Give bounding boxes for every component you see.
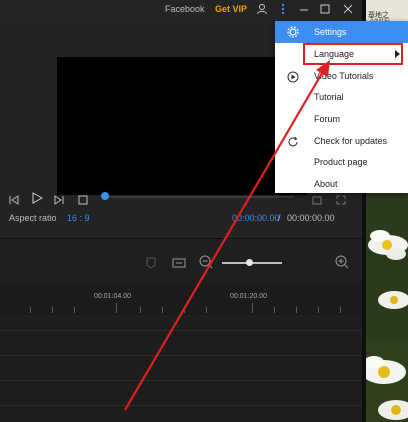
playback-progress-track[interactable] (104, 196, 294, 198)
timeline-track-line (0, 405, 362, 406)
ruler-tick (296, 307, 297, 313)
total-time: 00:00:00.00 (287, 213, 335, 223)
title-bar: Facebook Get VIP (0, 0, 362, 20)
user-icon[interactable] (256, 3, 268, 15)
ruler-tick (340, 307, 341, 313)
close-icon[interactable] (342, 3, 354, 15)
facebook-link[interactable]: Facebook (165, 4, 205, 14)
language-highlight-box (303, 43, 403, 65)
ruler-tick (318, 307, 319, 313)
ruler-label: 00:01:04.00 (94, 293, 131, 300)
ruler-label: 00:01:20.00 (230, 293, 267, 300)
ruler-tick (116, 303, 117, 313)
menu-label-product-page: Product page (314, 157, 368, 167)
next-frame-icon[interactable] (54, 192, 64, 205)
kebab-menu-icon[interactable] (277, 3, 289, 15)
maximize-icon[interactable] (319, 3, 331, 15)
menu-item-check-updates[interactable]: Check for updates (275, 131, 408, 151)
aspect-ratio-dropdown[interactable]: 16 : 9 (67, 213, 90, 223)
ruler-tick (52, 307, 53, 313)
zoom-out-icon[interactable] (199, 255, 213, 274)
ruler-tick (184, 307, 185, 313)
refresh-icon (287, 135, 299, 147)
current-time: 00:00:00.00 (232, 213, 280, 223)
menu-item-settings[interactable]: Settings (275, 21, 408, 43)
ruler-tick (274, 307, 275, 313)
aspect-ratio-label: Aspect ratio (9, 213, 57, 223)
timeline-track-line (0, 355, 362, 356)
ruler-tick (140, 307, 141, 313)
get-vip-button[interactable]: Get VIP (215, 4, 247, 14)
menu-item-about[interactable]: About (275, 174, 408, 194)
menu-item-video-tutorials[interactable]: Video Tutorials (275, 66, 408, 86)
ruler-tick (162, 307, 163, 313)
menu-label-forum: Forum (314, 114, 341, 124)
ruler-tick (206, 307, 207, 313)
playback-progress-knob[interactable] (101, 192, 109, 200)
menu-item-forum[interactable]: Forum (275, 109, 408, 129)
zoom-slider-knob[interactable] (246, 259, 253, 266)
marker-icon[interactable] (146, 256, 156, 274)
menu-label-check-updates: Check for updates (314, 136, 388, 146)
ruler-tick (74, 307, 75, 313)
timeline-track-line (0, 380, 362, 381)
time-separator: / (278, 213, 281, 223)
play-icon[interactable] (31, 191, 44, 204)
menu-item-tutorial[interactable]: Tutorial (275, 87, 408, 107)
ruler-tick (252, 303, 253, 313)
gear-icon (287, 25, 299, 38)
previous-frame-icon[interactable] (9, 192, 19, 205)
play-circle-icon (287, 70, 299, 83)
menu-item-product-page[interactable]: Product page (275, 152, 408, 172)
timeline-track-line (0, 330, 362, 331)
minimize-icon[interactable] (298, 3, 310, 15)
stop-icon[interactable] (78, 192, 88, 205)
timeline-ruler[interactable]: 00:01:04.00 00:01:20.00 (0, 285, 362, 315)
menu-label-video-tutorials: Video Tutorials (314, 71, 374, 81)
zoom-in-icon[interactable] (335, 255, 349, 274)
menu-label-settings: Settings (314, 27, 347, 37)
ruler-tick (30, 307, 31, 313)
video-preview[interactable] (57, 57, 307, 195)
menu-label-tutorial: Tutorial (314, 92, 344, 102)
menu-label-about: About (314, 179, 338, 189)
fit-timeline-icon[interactable] (172, 256, 186, 274)
